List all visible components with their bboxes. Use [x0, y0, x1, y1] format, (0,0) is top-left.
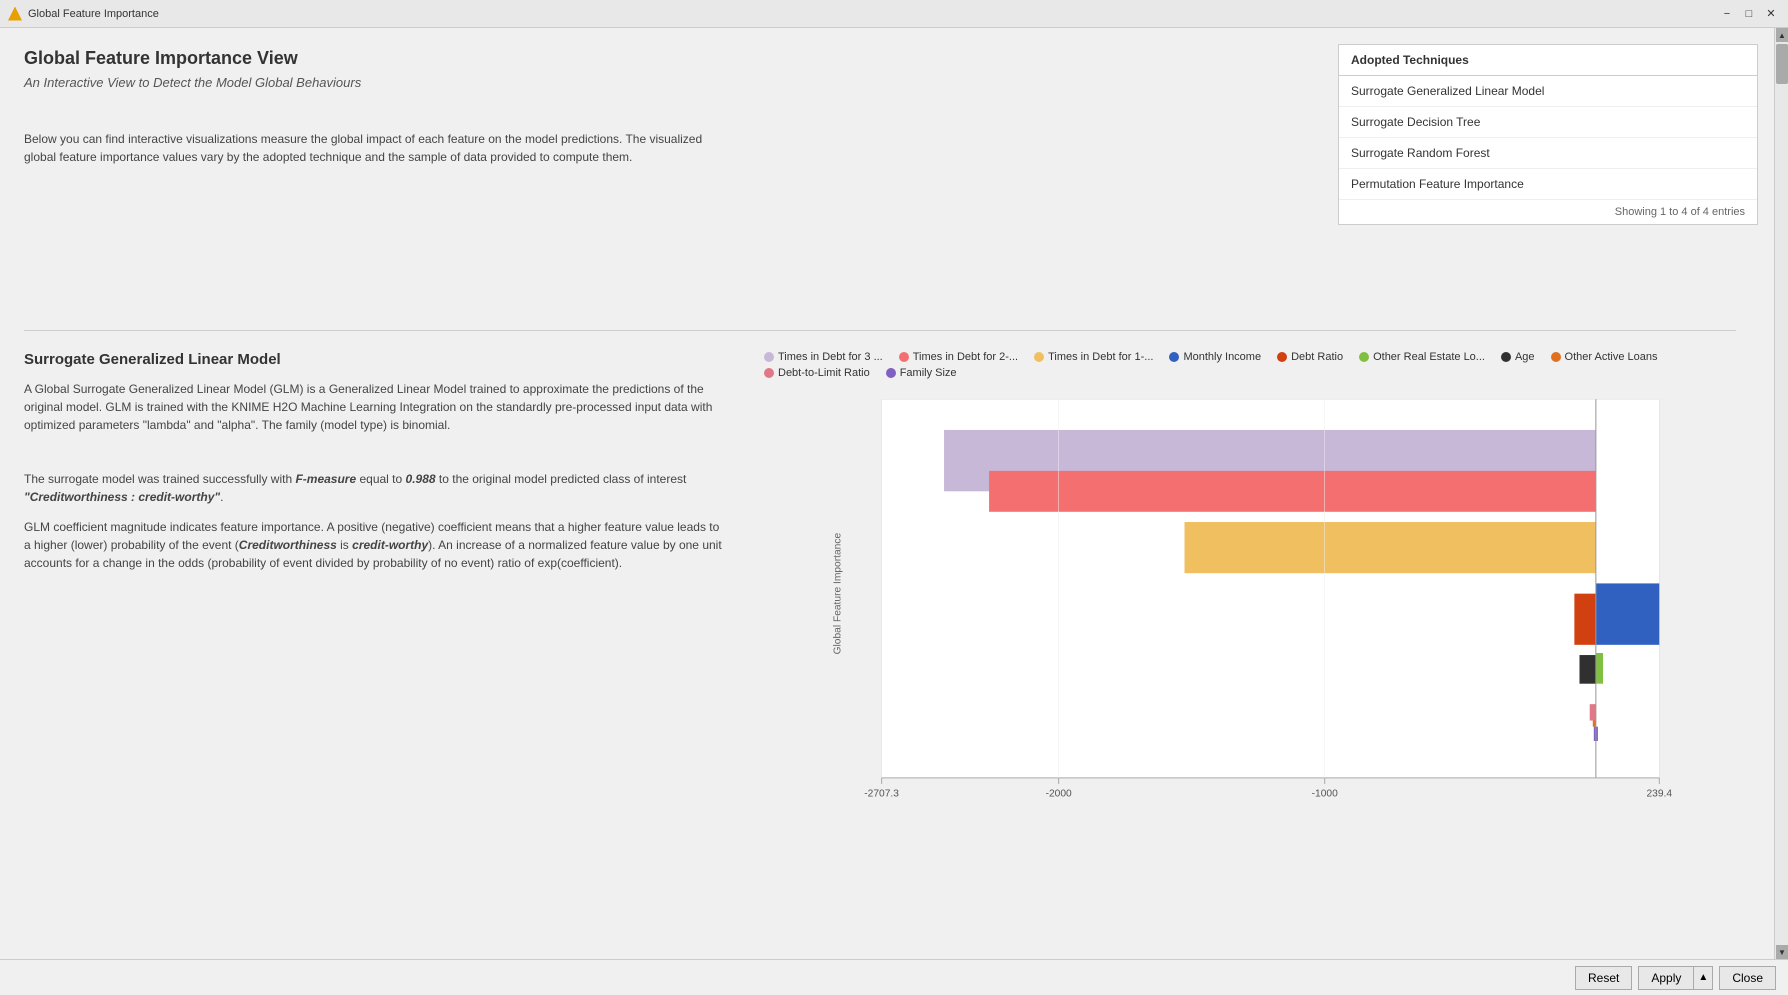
legend-label-3: Monthly Income [1183, 351, 1261, 363]
legend-label-2: Times in Debt for 1-... [1048, 351, 1153, 363]
bar-times-debt-1 [1185, 522, 1596, 573]
page-subtitle: An Interactive View to Detect the Model … [24, 75, 1736, 90]
legend-item-6: Age [1501, 351, 1535, 363]
section-text: Surrogate Generalized Linear Model A Glo… [24, 351, 724, 829]
apply-dropdown-button[interactable]: ▲ [1693, 966, 1713, 990]
title-bar-title: Global Feature Importance [28, 8, 159, 20]
app-icon [8, 7, 22, 21]
glm-note: GLM coefficient magnitude indicates feat… [24, 518, 724, 572]
legend-dot-6 [1501, 352, 1511, 362]
bar-other-real-estate [1596, 653, 1603, 684]
legend-label-6: Age [1515, 351, 1535, 363]
legend-label-7: Other Active Loans [1565, 351, 1658, 363]
section-layout: Surrogate Generalized Linear Model A Glo… [24, 351, 1736, 829]
legend-label-1: Times in Debt for 2-... [913, 351, 1018, 363]
scrollbar[interactable]: ▲ ▼ [1774, 28, 1788, 959]
legend-label-9: Family Size [900, 367, 957, 379]
legend-dot-1 [899, 352, 909, 362]
legend-item-7: Other Active Loans [1551, 351, 1658, 363]
legend-dot-2 [1034, 352, 1044, 362]
legend-label-5: Other Real Estate Lo... [1373, 351, 1485, 363]
x-axis-label-min: -2707.3 [864, 788, 899, 799]
maximize-button[interactable]: □ [1740, 5, 1758, 23]
legend-dot-3 [1169, 352, 1179, 362]
legend-item-0: Times in Debt for 3 ... [764, 351, 883, 363]
reset-button[interactable]: Reset [1575, 966, 1632, 990]
legend-item-5: Other Real Estate Lo... [1359, 351, 1485, 363]
minimize-button[interactable]: − [1718, 5, 1736, 23]
section-title: Surrogate Generalized Linear Model [24, 351, 724, 368]
legend-item-4: Debt Ratio [1277, 351, 1343, 363]
title-bar-left: Global Feature Importance [8, 7, 159, 21]
page-title: Global Feature Importance View [24, 48, 1736, 69]
title-bar-controls: − □ ✕ [1718, 5, 1780, 23]
legend-label-0: Times in Debt for 3 ... [778, 351, 883, 363]
legend-dot-9 [886, 368, 896, 378]
chart-svg: Global Feature Importance -2707.3 -2000 … [764, 389, 1736, 829]
section-description: A Global Surrogate Generalized Linear Mo… [24, 380, 724, 434]
page-description: Below you can find interactive visualiza… [24, 130, 724, 166]
scrollbar-down-btn[interactable]: ▼ [1776, 945, 1788, 959]
apply-btn-group: Apply ▲ [1638, 966, 1713, 990]
x-axis-label-1000: -1000 [1312, 788, 1338, 799]
chart-container: Global Feature Importance -2707.3 -2000 … [764, 389, 1736, 829]
legend-label-8: Debt-to-Limit Ratio [778, 367, 870, 379]
bar-age [1579, 655, 1595, 684]
legend-item-3: Monthly Income [1169, 351, 1261, 363]
main-scroll-area[interactable]: Global Feature Importance View An Intera… [0, 28, 1788, 959]
legend-label-4: Debt Ratio [1291, 351, 1343, 363]
chart-column: Times in Debt for 3 ... Times in Debt fo… [764, 351, 1736, 829]
scrollbar-thumb[interactable] [1776, 44, 1788, 84]
bottom-bar: Reset Apply ▲ Close [0, 959, 1788, 995]
legend-item-9: Family Size [886, 367, 957, 379]
bar-monthly-income [1596, 583, 1659, 644]
bar-debt-limit [1590, 704, 1596, 720]
x-axis-label-max: 239.4 [1647, 788, 1673, 799]
legend-dot-5 [1359, 352, 1369, 362]
section-divider [24, 330, 1736, 331]
chart-legend: Times in Debt for 3 ... Times in Debt fo… [764, 351, 1736, 379]
close-button[interactable]: ✕ [1762, 5, 1780, 23]
fmeasure-text: The surrogate model was trained successf… [24, 470, 724, 506]
title-bar: Global Feature Importance − □ ✕ [0, 0, 1788, 28]
legend-dot-8 [764, 368, 774, 378]
apply-button[interactable]: Apply [1638, 966, 1693, 990]
bar-debt-ratio [1574, 594, 1595, 645]
legend-dot-4 [1277, 352, 1287, 362]
legend-item-1: Times in Debt for 2-... [899, 351, 1018, 363]
legend-item-2: Times in Debt for 1-... [1034, 351, 1153, 363]
content-wrapper: Global Feature Importance View An Intera… [0, 28, 1760, 949]
legend-item-8: Debt-to-Limit Ratio [764, 367, 870, 379]
scrollbar-up-btn[interactable]: ▲ [1776, 28, 1788, 42]
y-axis-label: Global Feature Importance [833, 533, 844, 655]
x-axis-label-2000: -2000 [1046, 788, 1072, 799]
legend-dot-0 [764, 352, 774, 362]
bar-times-debt-2 [989, 471, 1596, 512]
close-button-bottom[interactable]: Close [1719, 966, 1776, 990]
legend-dot-7 [1551, 352, 1561, 362]
